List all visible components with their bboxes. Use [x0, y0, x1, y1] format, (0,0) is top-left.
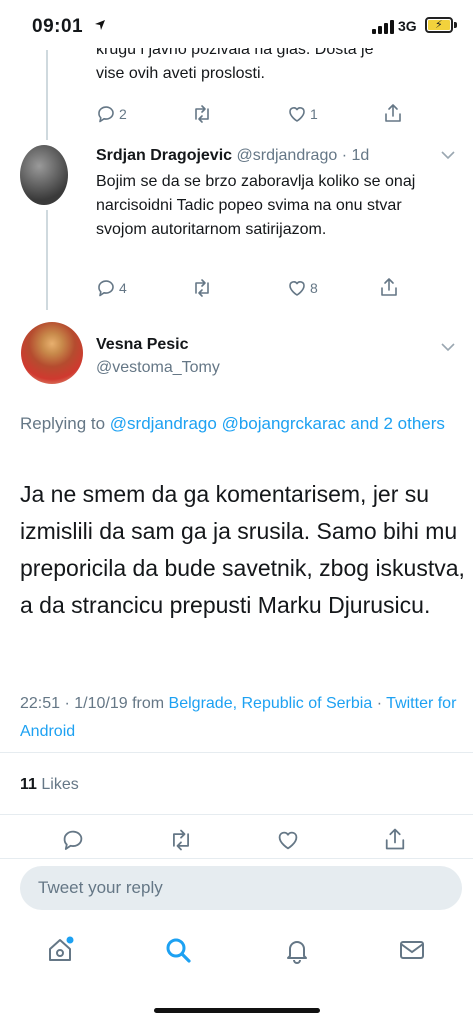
thread-line: [46, 50, 48, 140]
divider: [0, 752, 473, 753]
author-name[interactable]: Vesna Pesic: [96, 336, 189, 354]
reply-count: 2: [119, 106, 127, 122]
bell-icon: [287, 941, 307, 964]
author-name[interactable]: Srdjan Dragojevic: [96, 147, 232, 164]
divider: [0, 814, 473, 815]
share-icon: [385, 104, 401, 122]
separator-dot: ·: [341, 147, 348, 164]
tab-search[interactable]: [164, 936, 192, 969]
like-count: 1: [310, 106, 318, 122]
heart-icon: [289, 281, 305, 296]
location-arrow-icon: [95, 20, 105, 30]
notification-dot: [66, 936, 74, 944]
main-tweet-text: Ja ne smem da ga komentarisem, jer su iz…: [20, 481, 465, 618]
heart-icon: [278, 831, 298, 850]
tab-notifications[interactable]: [283, 936, 311, 969]
reply-count: 4: [119, 280, 127, 296]
location-link[interactable]: Belgrade, Republic of Serbia: [169, 695, 373, 712]
retweet-button[interactable]: [168, 828, 194, 852]
reply-placeholder: Tweet your reply: [38, 878, 163, 897]
retweet-icon: [173, 829, 189, 851]
divider: [0, 858, 473, 859]
retweet-icon: [195, 279, 209, 297]
reply-input[interactable]: Tweet your reply: [20, 866, 462, 910]
battery-charging-icon: ⚡: [425, 17, 453, 33]
mention-link[interactable]: @bojangrckarac: [222, 414, 346, 433]
avatar[interactable]: [20, 145, 68, 205]
top-tweet-retweet-button[interactable]: [191, 104, 213, 124]
reply-icon: [98, 280, 114, 297]
likes-count: 11: [20, 776, 37, 793]
like-button[interactable]: [276, 828, 300, 852]
avatar[interactable]: [21, 322, 83, 384]
battery-tip: [454, 22, 457, 28]
tab-messages[interactable]: [398, 936, 426, 969]
others-link[interactable]: 2 others: [383, 414, 444, 433]
like-button[interactable]: 8: [287, 278, 318, 298]
share-icon: [381, 278, 397, 296]
reply-button[interactable]: 4: [96, 278, 127, 298]
thread-line: [46, 210, 48, 310]
tweet-text: Bojim se da se brzo zaboravlja koliko se…: [96, 173, 416, 238]
tab-home[interactable]: [46, 936, 74, 969]
heart-icon: [289, 107, 305, 122]
share-icon: [385, 828, 405, 850]
author-handle: @vestoma_Tomy: [96, 359, 220, 376]
top-tweet-like-button[interactable]: 1: [287, 104, 318, 124]
tweet-meta: 22:51 · 1/10/19 from Belgrade, Republic …: [20, 690, 460, 746]
retweet-button[interactable]: [191, 278, 213, 298]
likes-summary[interactable]: 11 Likes: [20, 776, 79, 794]
separator-dot: ·: [376, 695, 383, 712]
search-icon: [166, 938, 191, 963]
share-button[interactable]: [383, 826, 407, 852]
tweet-timestamp: 22:51 · 1/10/19 from: [20, 695, 165, 712]
signal-strength-icon: [372, 20, 394, 34]
retweet-icon: [195, 105, 209, 123]
home-icon: [49, 936, 74, 961]
top-tweet-reply-button[interactable]: 2: [96, 104, 127, 124]
tweet-time: 1d: [351, 147, 370, 164]
top-tweet-share-button[interactable]: [383, 102, 403, 124]
like-count: 8: [310, 280, 318, 296]
mention-link[interactable]: @srdjandrago: [110, 414, 217, 433]
status-time: 09:01: [32, 16, 84, 37]
share-button[interactable]: [379, 276, 399, 298]
author-handle: @srdjandrago: [236, 147, 338, 164]
chevron-down-icon[interactable]: [440, 150, 456, 160]
network-type: 3G: [398, 18, 417, 34]
home-indicator[interactable]: [154, 1008, 320, 1013]
tweet-author-line: Srdjan Dragojevic @srdjandrago · 1d: [96, 147, 369, 165]
envelope-icon: [400, 941, 424, 959]
reply-icon: [98, 106, 114, 123]
top-tweet-text-partial: krugu i javno pozivala na glas. Dosta je: [96, 48, 374, 58]
status-bar: 09:01 3G ⚡: [0, 0, 473, 50]
replying-prefix: Replying to: [20, 414, 106, 433]
chevron-down-icon[interactable]: [440, 342, 456, 352]
likes-label: Likes: [41, 776, 79, 793]
reply-button[interactable]: [61, 828, 85, 852]
replying-and[interactable]: and: [350, 414, 378, 433]
reply-icon: [63, 830, 83, 850]
top-tweet-text: vise ovih aveti proslosti.: [96, 65, 265, 82]
replying-to: Replying to @srdjandrago @bojangrckarac …: [20, 410, 460, 438]
